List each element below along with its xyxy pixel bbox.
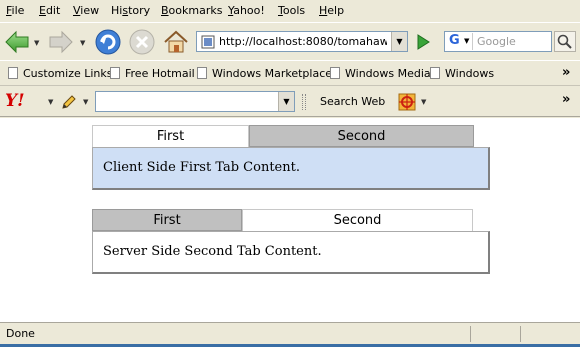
home-icon — [164, 30, 188, 53]
page-icon — [8, 67, 18, 79]
client-side-tabbed-pane: First Second Client Side First Tab Conte… — [92, 125, 490, 192]
bookmark-windows[interactable]: Windows — [430, 67, 494, 80]
reload-button[interactable] — [94, 28, 122, 56]
search-box[interactable]: G ▼ Google — [444, 31, 552, 52]
yahoo-extras-button[interactable] — [397, 92, 417, 112]
tab-first[interactable]: First — [92, 125, 249, 147]
back-arrow-icon — [5, 30, 29, 54]
menu-bar: File Edit View History Bookmarks Yahoo! … — [0, 0, 580, 22]
menu-tools[interactable]: Tools — [278, 4, 305, 17]
navigation-toolbar: ▼ ▼ http://localhost:8080/tomahaw ▼ G ▼ … — [0, 22, 580, 60]
magnifier-icon — [557, 34, 572, 49]
search-input: Google — [477, 35, 516, 48]
forward-dropdown-icon[interactable]: ▼ — [80, 39, 85, 47]
go-button[interactable] — [414, 32, 432, 52]
tab-content-text: Server Side Second Tab Content. — [103, 244, 322, 259]
menu-edit[interactable]: Edit — [39, 4, 60, 17]
yahoo-toolbar: Y! ▼ ▼ ▼ Search Web ▼ » — [0, 87, 580, 117]
page-icon — [330, 67, 340, 79]
address-dropdown-icon[interactable]: ▼ — [391, 32, 407, 51]
server-side-tabbed-pane: First Second Server Side Second Tab Cont… — [92, 209, 490, 276]
yahoo-overflow-button[interactable]: » — [562, 92, 570, 107]
forward-arrow-icon — [49, 30, 73, 54]
page-content: First Second Client Side First Tab Conte… — [0, 118, 580, 322]
pencil-icon — [62, 95, 76, 109]
pencil-button[interactable] — [60, 93, 78, 111]
status-divider — [470, 326, 471, 342]
menu-view[interactable]: View — [73, 4, 99, 17]
status-text: Done — [6, 327, 35, 340]
tab-content: Client Side First Tab Content. — [92, 147, 490, 190]
search-engine-dropdown-icon: ▼ — [464, 37, 470, 45]
target-icon — [398, 93, 416, 111]
extras-dropdown-icon[interactable]: ▼ — [421, 98, 426, 106]
yahoo-search-dropdown-icon[interactable]: ▼ — [278, 92, 294, 111]
bookmarks-toolbar: Customize Links Free Hotmail Windows Mar… — [0, 60, 580, 86]
stop-button[interactable] — [128, 28, 156, 56]
bookmarks-overflow-button[interactable]: » — [562, 65, 570, 80]
go-arrow-icon — [417, 34, 430, 50]
status-divider — [520, 326, 521, 342]
page-icon — [430, 67, 440, 79]
yahoo-search-input[interactable]: ▼ — [95, 91, 295, 112]
reload-icon — [95, 29, 121, 55]
search-engine-icon[interactable]: G ▼ — [447, 33, 473, 50]
yahoo-dropdown-icon[interactable]: ▼ — [48, 98, 53, 106]
bookmark-windows-marketplace[interactable]: Windows Marketplace — [197, 67, 332, 80]
menu-yahoo[interactable]: Yahoo! — [228, 4, 265, 17]
search-button[interactable] — [554, 31, 576, 52]
page-icon — [110, 67, 120, 79]
address-text: http://localhost:8080/tomahawk_tabbedpan… — [219, 35, 387, 48]
page-icon — [197, 67, 207, 79]
search-web-button[interactable]: Search Web — [320, 95, 385, 108]
menu-file[interactable]: File — [6, 4, 24, 17]
bookmark-windows-media[interactable]: Windows Media — [330, 67, 431, 80]
back-dropdown-icon[interactable]: ▼ — [34, 39, 39, 47]
home-button[interactable] — [162, 28, 190, 56]
menu-help[interactable]: Help — [319, 4, 344, 17]
menu-bookmarks[interactable]: Bookmarks — [161, 4, 222, 17]
status-bar: Done — [0, 322, 580, 344]
address-bar[interactable]: http://localhost:8080/tomahawk_tabbedpan… — [196, 31, 408, 52]
tab-second[interactable]: Second — [242, 209, 473, 231]
tab-content: Server Side Second Tab Content. — [92, 231, 490, 274]
bookmark-customize-links[interactable]: Customize Links — [8, 67, 113, 80]
page-icon — [201, 35, 215, 49]
tab-second[interactable]: Second — [249, 125, 474, 147]
bookmark-free-hotmail[interactable]: Free Hotmail — [110, 67, 195, 80]
forward-button[interactable] — [48, 29, 74, 55]
stop-icon — [129, 29, 155, 55]
yahoo-logo-button[interactable]: Y! — [5, 91, 25, 111]
back-button[interactable] — [4, 29, 30, 55]
toolbar-separator-icon — [302, 94, 306, 110]
tab-first[interactable]: First — [92, 209, 242, 231]
menu-history[interactable]: History — [111, 4, 150, 17]
pencil-dropdown-icon[interactable]: ▼ — [83, 98, 88, 106]
tab-content-text: Client Side First Tab Content. — [103, 160, 300, 175]
